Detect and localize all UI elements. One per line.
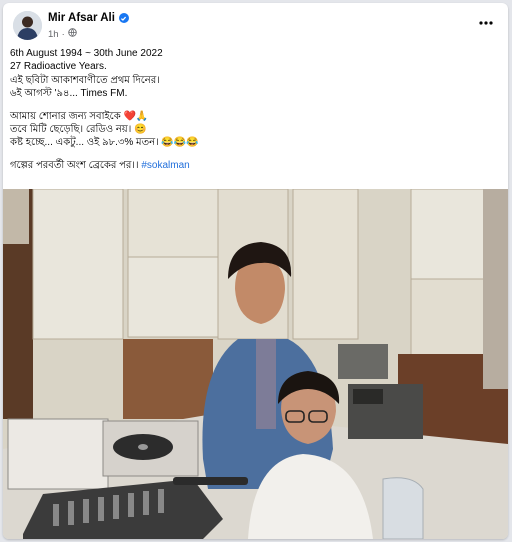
post-header: Mir Afsar Ali 1h ·	[3, 3, 508, 45]
post-time[interactable]: 1h	[48, 29, 59, 40]
meta-separator: ·	[61, 28, 65, 40]
verified-badge-icon	[118, 13, 129, 23]
post-line: কষ্ট হচ্ছে... একটু... ওই ৯৮.৩% মতন। 😂😂😂	[10, 137, 199, 149]
post-line: এই ছবিটা আকাশবাণীতে প্রথম দিনের।	[10, 74, 160, 86]
post-text: 6th August 1994 ~ 30th June 2022 27 Radi…	[10, 47, 500, 172]
post-line: ৬ই আগস্ট '৯৪... Times FM.	[10, 88, 128, 100]
post-footer-text: গল্পের পরবর্তী অংশ ব্রেকের পর।।	[10, 159, 139, 171]
post-photo[interactable]	[3, 189, 508, 539]
post-card: Mir Afsar Ali 1h · 6th August 1994 ~ 30t…	[3, 3, 508, 539]
post-line: আমায় শোনার জন্য সবাইকে ❤️🙏	[10, 110, 149, 122]
post-meta: 1h ·	[48, 28, 77, 40]
post-footer-line: গল্পের পরবর্তী অংশ ব্রেকের পর।। #sokalma…	[10, 159, 500, 172]
hashtag-link[interactable]: #sokalman	[141, 160, 189, 171]
post-line: 6th August 1994 ~ 30th June 2022	[10, 48, 163, 59]
author-avatar[interactable]	[13, 11, 42, 40]
author-name-row: Mir Afsar Ali	[48, 12, 129, 24]
more-options-button[interactable]	[474, 11, 498, 35]
more-options-icon	[479, 21, 493, 25]
globe-icon[interactable]	[68, 28, 77, 40]
post-line: তবে মিটি ছেড়েছি। রেডিও নয়। 😊	[10, 124, 147, 136]
post-line: 27 Radioactive Years.	[10, 61, 107, 73]
author-name[interactable]: Mir Afsar Ali	[48, 12, 115, 24]
